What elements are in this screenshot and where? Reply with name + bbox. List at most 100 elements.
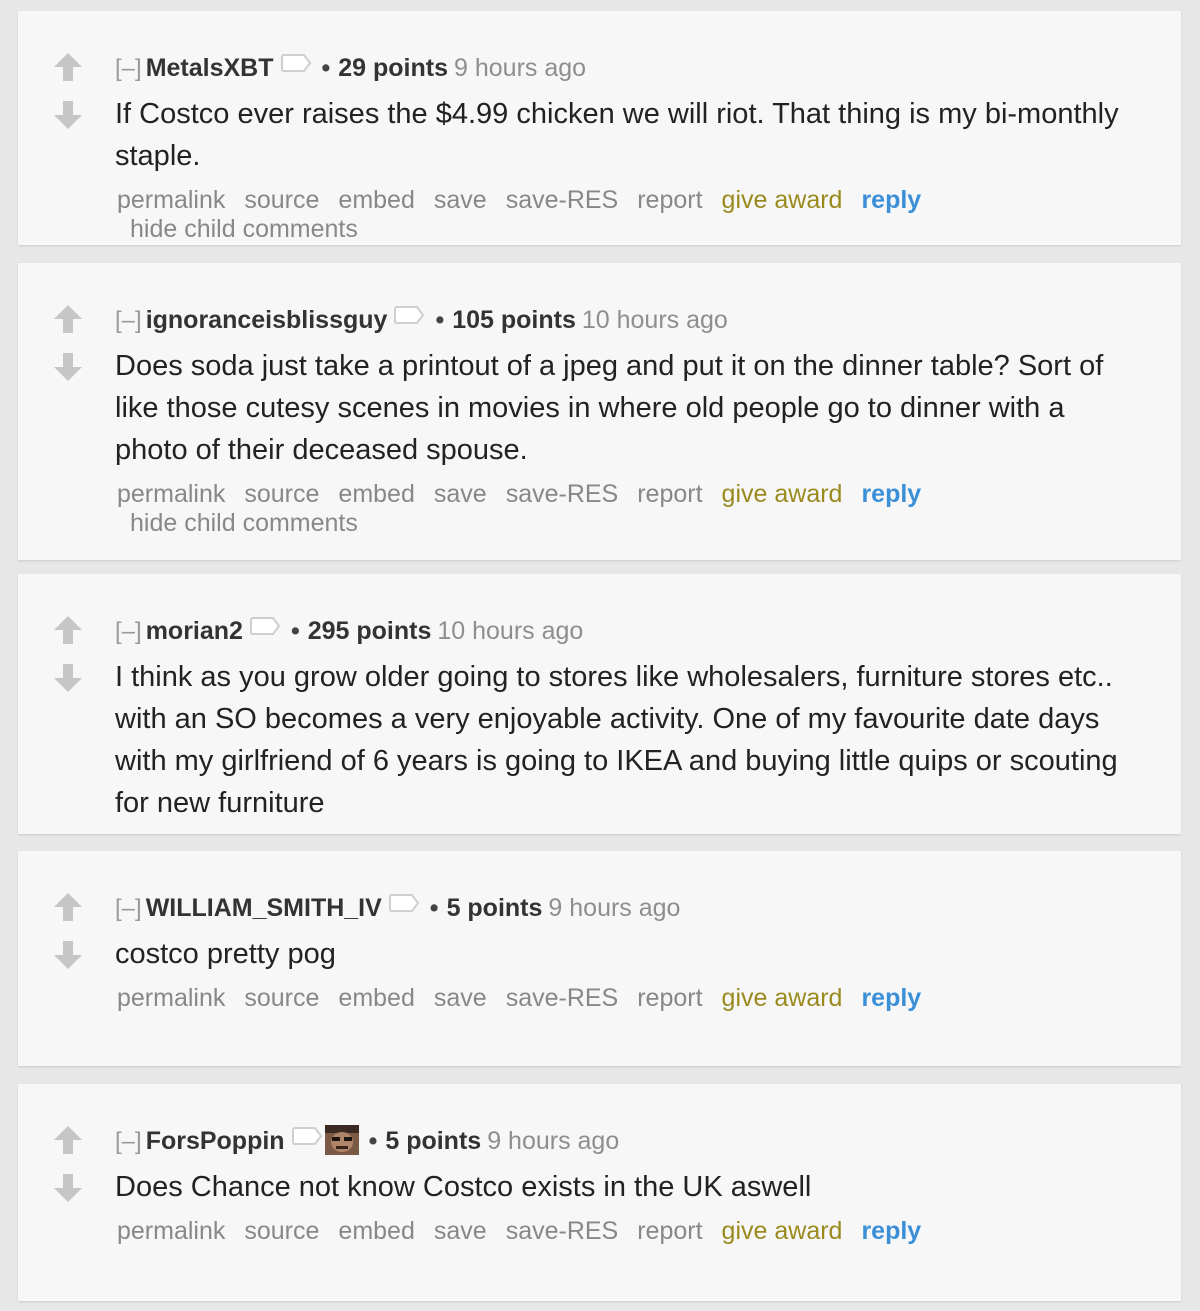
source-button[interactable]: source (244, 1217, 319, 1245)
hide-child-comments-link[interactable]: hide child comments (130, 215, 1141, 243)
source-button[interactable]: source (244, 984, 319, 1012)
comment-tagline: [–] WILLIAM_SMITH_IV • 5 points 9 hours ago (115, 891, 1141, 925)
author-link[interactable]: WILLIAM_SMITH_IV (146, 894, 382, 922)
save-res-button[interactable]: save-RES (506, 480, 619, 508)
comment-body: Does soda just take a printout of a jpeg… (115, 350, 1104, 466)
author-link[interactable]: MetalsXBT (146, 54, 274, 82)
upvote-arrow-icon[interactable] (52, 614, 84, 646)
save-res-button[interactable]: save-RES (506, 186, 619, 214)
give-award-button[interactable]: give award (722, 984, 843, 1012)
permalink-button[interactable]: permalink (117, 186, 225, 214)
upvote-arrow-icon[interactable] (52, 303, 84, 335)
comment-score: 295 points (307, 617, 432, 645)
comment-buttons: permalink source embed save save-RES report gi… (115, 1216, 1141, 1246)
user-tag-icon[interactable] (291, 1121, 323, 1155)
user-tag-icon[interactable] (249, 611, 281, 645)
comment-card: [–] WILLIAM_SMITH_IV • 5 points 9 hours ago … (18, 851, 1181, 1066)
user-flair-image (324, 1125, 359, 1156)
comment-body: If Costco ever raises the $4.99 chicken … (115, 98, 1119, 172)
separator-bullet: • (290, 617, 300, 645)
comment-score: 29 points (338, 54, 449, 82)
downvote-arrow-icon[interactable] (52, 939, 84, 971)
downvote-arrow-icon[interactable] (52, 351, 84, 383)
comment-card: [–] ignoranceisblissguy • 105 points 10 hour… (18, 263, 1181, 560)
comment-time: 9 hours ago (454, 54, 587, 82)
reply-button[interactable]: reply (861, 984, 921, 1012)
comment-buttons: permalink source embed save save-RES report gi… (115, 983, 1141, 1013)
save-res-button[interactable]: save-RES (506, 984, 619, 1012)
comment-entry: [–] MetalsXBT • 29 points 9 hours ago If Cos… (115, 51, 1141, 243)
collapse-toggle[interactable]: [–] (115, 618, 142, 645)
give-award-button[interactable]: give award (722, 186, 843, 214)
comment-card: [–] morian2 • 295 points 10 hours ago I thin… (18, 574, 1181, 834)
permalink-button[interactable]: permalink (117, 480, 225, 508)
user-tag-icon[interactable] (393, 300, 425, 334)
report-button[interactable]: report (637, 480, 702, 508)
reply-button[interactable]: reply (861, 480, 921, 508)
comment-buttons: permalink source embed save save-RES report gi… (115, 185, 1141, 215)
reply-button[interactable]: reply (861, 1217, 921, 1245)
separator-bullet: • (321, 54, 331, 82)
permalink-button[interactable]: permalink (117, 984, 225, 1012)
separator-bullet: • (435, 306, 445, 334)
comment-entry: [–] WILLIAM_SMITH_IV • 5 points 9 hours ago … (115, 891, 1141, 1013)
vote-column (52, 891, 86, 971)
comment-body: costco pretty pog (115, 938, 336, 970)
separator-bullet: • (429, 894, 439, 922)
save-button[interactable]: save (434, 984, 487, 1012)
comment-body: Does Chance not know Costco exists in th… (115, 1171, 812, 1203)
vote-column (52, 614, 86, 694)
save-button[interactable]: save (434, 186, 487, 214)
vote-column (52, 1124, 86, 1204)
comment-score: 105 points (452, 306, 576, 334)
comment-time: 9 hours ago (487, 1127, 620, 1155)
author-link[interactable]: morian2 (146, 617, 243, 645)
comment-card: [–] MetalsXBT • 29 points 9 hours ago If Cos… (18, 11, 1181, 245)
source-button[interactable]: source (244, 480, 319, 508)
source-button[interactable]: source (244, 186, 319, 214)
user-tag-icon[interactable] (280, 48, 312, 82)
embed-button[interactable]: embed (338, 1217, 414, 1245)
save-button[interactable]: save (434, 1217, 487, 1245)
give-award-button[interactable]: give award (722, 1217, 843, 1245)
embed-button[interactable]: embed (338, 480, 414, 508)
comment-entry: [–] morian2 • 295 points 10 hours ago I thin… (115, 614, 1141, 824)
collapse-toggle[interactable]: [–] (115, 895, 142, 922)
save-button[interactable]: save (434, 480, 487, 508)
downvote-arrow-icon[interactable] (52, 662, 84, 694)
comment-tagline: [–] morian2 • 295 points 10 hours ago (115, 614, 1141, 648)
user-tag-icon[interactable] (388, 888, 420, 922)
upvote-arrow-icon[interactable] (52, 1124, 84, 1156)
comment-buttons: permalink source embed save save-RES report gi… (115, 479, 1141, 509)
downvote-arrow-icon[interactable] (52, 99, 84, 131)
comment-entry: [–] ignoranceisblissguy • 105 points 10 hour… (115, 303, 1141, 537)
comment-score: 5 points (446, 894, 543, 922)
report-button[interactable]: report (637, 984, 702, 1012)
embed-button[interactable]: embed (338, 186, 414, 214)
comment-time: 10 hours ago (581, 306, 728, 334)
give-award-button[interactable]: give award (722, 480, 843, 508)
comment-tagline: [–] MetalsXBT • 29 points 9 hours ago (115, 51, 1141, 85)
hide-child-comments-link[interactable]: hide child comments (130, 509, 1141, 537)
collapse-toggle[interactable]: [–] (115, 55, 142, 82)
save-res-button[interactable]: save-RES (506, 1217, 619, 1245)
collapse-toggle[interactable]: [–] (115, 1128, 142, 1155)
comment-body: I think as you grow older going to store… (115, 661, 1118, 819)
author-link[interactable]: ForsPoppin (146, 1127, 285, 1155)
upvote-arrow-icon[interactable] (52, 51, 84, 83)
report-button[interactable]: report (637, 1217, 702, 1245)
vote-column (52, 51, 86, 131)
vote-column (52, 303, 86, 383)
comment-time: 10 hours ago (437, 617, 584, 645)
collapse-toggle[interactable]: [–] (115, 307, 142, 334)
downvote-arrow-icon[interactable] (52, 1172, 84, 1204)
comment-tagline: [–] ForsPoppin • 5 points 9 hours ago (115, 1124, 1141, 1158)
author-link[interactable]: ignoranceisblissguy (146, 306, 388, 334)
upvote-arrow-icon[interactable] (52, 891, 84, 923)
embed-button[interactable]: embed (338, 984, 414, 1012)
report-button[interactable]: report (637, 186, 702, 214)
reply-button[interactable]: reply (861, 186, 921, 214)
separator-bullet: • (368, 1127, 378, 1155)
comment-card: [–] ForsPoppin • 5 points 9 hours ago Does C… (18, 1084, 1181, 1301)
permalink-button[interactable]: permalink (117, 1217, 225, 1245)
